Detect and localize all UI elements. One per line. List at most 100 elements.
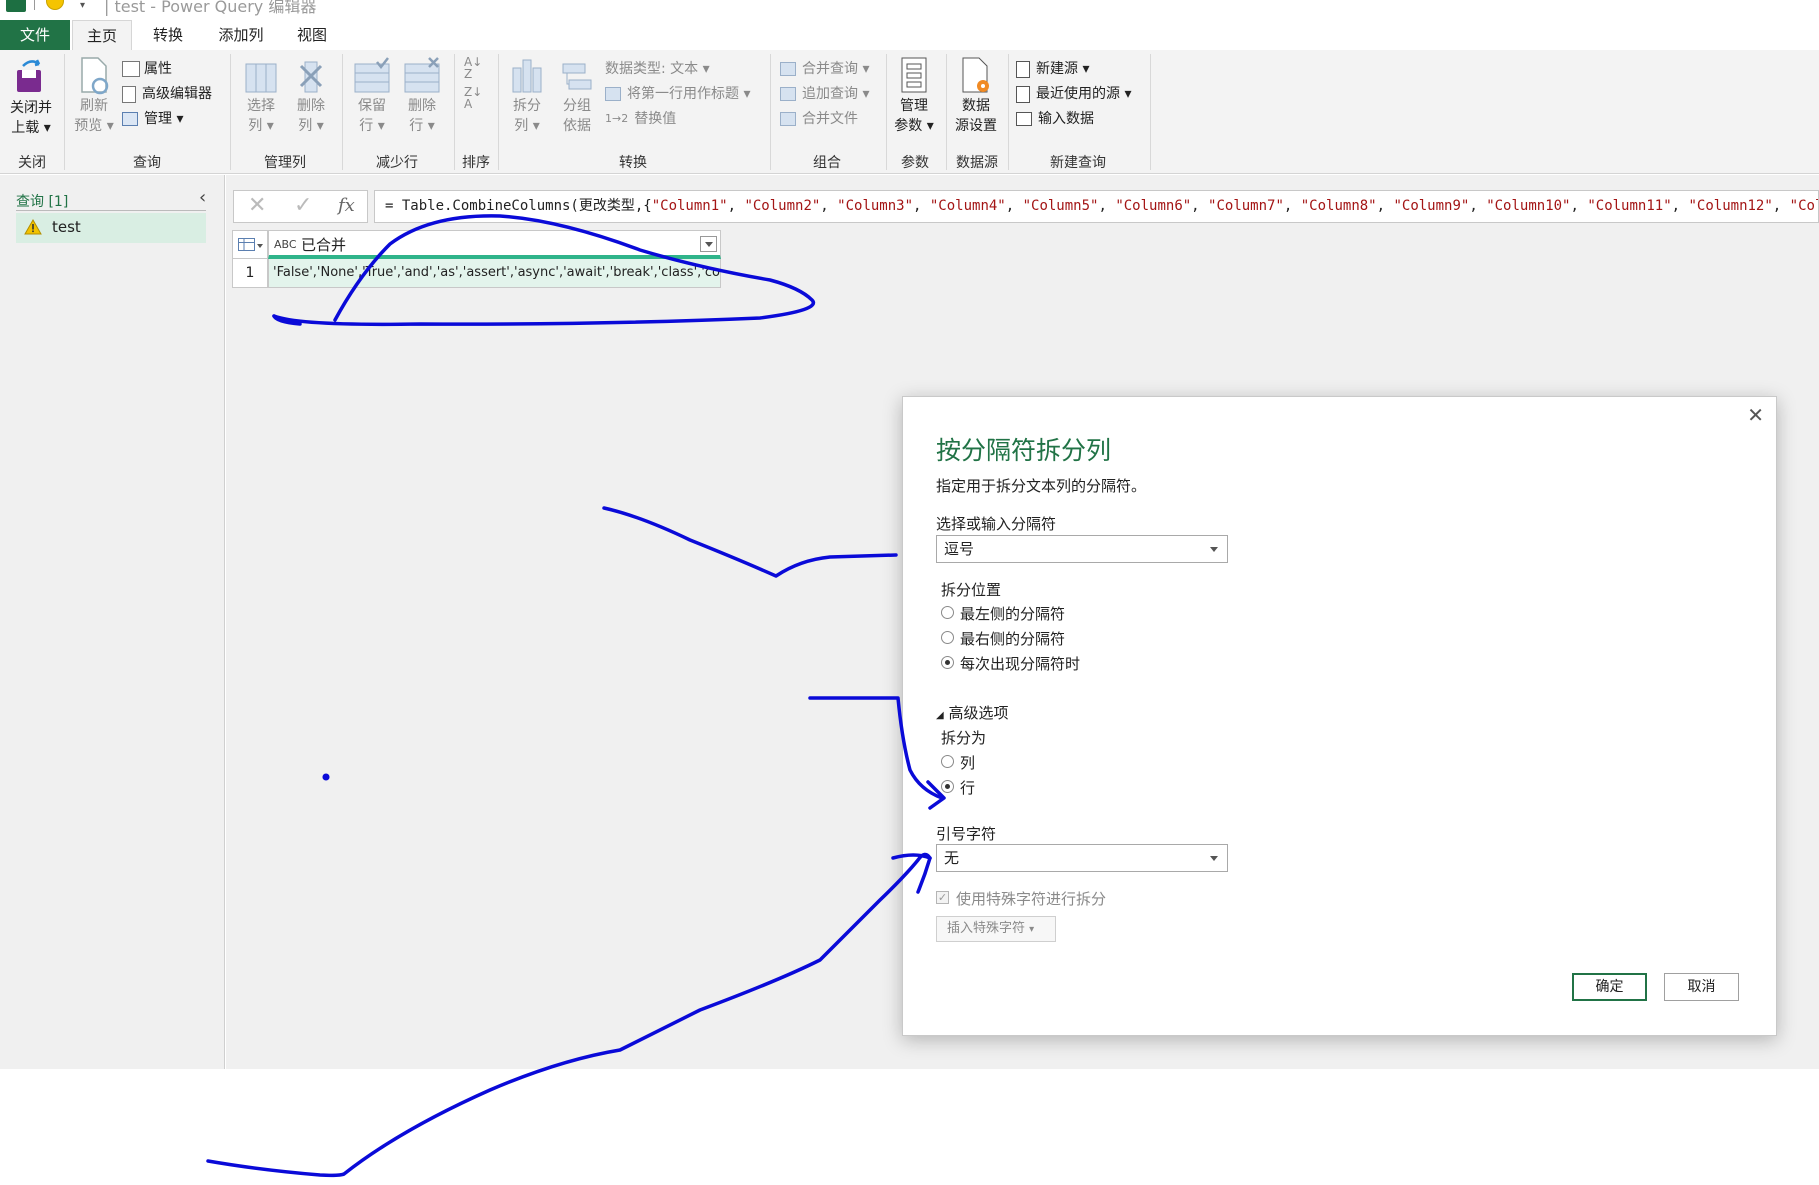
data-type-dropdown[interactable]: 数据类型: 文本 ▾ — [605, 58, 710, 80]
group-by-label-1: 分组 — [563, 98, 591, 114]
advanced-editor-icon — [122, 85, 136, 103]
choose-columns-button[interactable]: 选择 列 ▾ — [238, 56, 284, 146]
new-source-button[interactable]: 新建源 ▾ — [1016, 58, 1089, 80]
keep-rows-label-2: 行 ▾ — [359, 118, 385, 134]
collapse-pane-icon[interactable]: ‹ — [199, 187, 206, 208]
cancel-formula-icon[interactable]: ✕ — [248, 193, 266, 218]
group-separator — [946, 54, 947, 170]
radio-button[interactable] — [941, 631, 954, 644]
choose-columns-icon — [245, 63, 277, 93]
quote-char-dropdown[interactable]: 无 — [936, 844, 1228, 872]
split-column-button[interactable]: 拆分 列 ▾ — [504, 56, 550, 146]
data-source-settings-icon — [962, 57, 989, 93]
warning-icon — [24, 219, 42, 235]
manage-button[interactable]: 管理 ▾ — [122, 108, 183, 130]
column-filter-button[interactable] — [700, 236, 717, 252]
tab-home[interactable]: 主页 — [72, 20, 132, 50]
sort-buttons[interactable]: A↓ Z Z↓ A — [464, 56, 490, 110]
formula-string: "Column10" — [1486, 198, 1571, 214]
manage-parameters-button[interactable]: 管理 参数 ▾ — [890, 56, 938, 146]
properties-button[interactable]: 属性 — [122, 58, 172, 80]
group-separator — [230, 54, 231, 170]
replace-values-button[interactable]: 1→2 替换值 — [605, 108, 676, 130]
choose-columns-label-1: 选择 — [247, 98, 275, 114]
chevron-down-icon — [1210, 856, 1218, 861]
remove-columns-label-2: 列 ▾ — [298, 118, 324, 134]
recent-sources-button[interactable]: 最近使用的源 ▾ — [1016, 83, 1131, 105]
title-bar: ▾ | test - Power Query 编辑器 — [0, 0, 1819, 16]
fx-icon[interactable]: fx — [338, 195, 355, 216]
row-number: 1 — [232, 259, 268, 288]
enter-data-icon — [1016, 112, 1032, 126]
enter-data-button[interactable]: 输入数据 — [1016, 108, 1094, 130]
column-type-icon[interactable]: ABC — [274, 238, 297, 251]
close-load-label-1: 关闭并 — [10, 100, 52, 116]
data-source-settings-button[interactable]: 数据 源设置 — [950, 56, 1002, 146]
tab-transform[interactable]: 转换 — [140, 20, 196, 50]
group-by-button[interactable]: 分组 依据 — [554, 56, 600, 146]
remove-columns-icon — [299, 61, 323, 93]
remove-columns-label-1: 删除 — [297, 98, 325, 114]
checkbox-checked-icon[interactable]: ✓ — [936, 891, 949, 904]
dialog-description: 指定用于拆分文本列的分隔符。 — [936, 477, 1147, 495]
tab-view[interactable]: 视图 — [288, 20, 336, 50]
commit-formula-icon[interactable]: ✓ — [294, 193, 312, 218]
delimiter-dropdown[interactable]: 逗号 — [936, 535, 1228, 563]
formula-input[interactable]: = Table.CombineColumns(更改类型,{"Column1", … — [374, 190, 1819, 223]
close-icon[interactable]: ✕ — [1747, 403, 1764, 427]
table-menu-icon — [238, 238, 263, 251]
table-menu-button[interactable] — [232, 230, 268, 259]
window-title: | test - Power Query 编辑器 — [104, 0, 317, 16]
ok-button[interactable]: 确定 — [1572, 973, 1647, 1001]
radio-button[interactable] — [941, 755, 954, 768]
radio-button-selected[interactable] — [941, 656, 954, 669]
advanced-editor-button[interactable]: 高级编辑器 — [122, 83, 212, 105]
combine-files-button[interactable]: 合并文件 — [780, 108, 858, 130]
tab-add-column[interactable]: 添加列 — [206, 20, 276, 50]
queries-pane-header: 查询 [1] — [16, 194, 69, 210]
replace-values-icon: 1→2 — [605, 112, 629, 125]
formula-string: "Column8" — [1300, 198, 1377, 214]
formula-bar-buttons: ✕ ✓ fx — [233, 190, 368, 223]
refresh-label-2: 预览 ▾ — [74, 118, 114, 134]
remove-rows-button[interactable]: 删除 行 ▾ — [398, 56, 446, 146]
insert-special-char-button[interactable]: 插入特殊字符 ▾ — [936, 916, 1056, 942]
sort-descending-icon[interactable]: Z↓ A — [464, 86, 490, 110]
append-queries-button[interactable]: 追加查询 ▾ — [780, 83, 869, 105]
column-header-merged[interactable]: ABC 已合并 — [268, 230, 721, 259]
radio-button-selected[interactable] — [941, 780, 954, 793]
keep-rows-button[interactable]: 保留 行 ▾ — [348, 56, 396, 146]
formula-string: "Column3" — [837, 198, 914, 214]
queries-pane-divider — [16, 210, 206, 211]
keep-rows-icon — [354, 57, 390, 93]
formula-prefix: = Table.CombineColumns(更改类型,{ — [385, 198, 652, 214]
refresh-preview-button[interactable]: 刷新 预览 ▾ — [70, 56, 118, 146]
remove-rows-label-1: 删除 — [408, 98, 436, 114]
quick-access-dropdown-icon[interactable]: ▾ — [80, 0, 85, 11]
merge-queries-icon — [780, 62, 796, 76]
feedback-smile-icon[interactable] — [46, 0, 64, 10]
close-and-load-button[interactable]: 关闭并 上载 ▾ — [6, 56, 56, 146]
advanced-options-toggle[interactable]: ◢ 高级选项 — [936, 702, 1009, 723]
split-into-label: 拆分为 — [941, 729, 987, 747]
remove-columns-button[interactable]: 删除 列 ▾ — [288, 56, 334, 146]
formula-string: "Column6" — [1115, 198, 1192, 214]
group-by-label-2: 依据 — [563, 118, 591, 134]
formula-string: "Column2" — [744, 198, 821, 214]
quote-char-value: 无 — [944, 849, 960, 867]
merge-queries-button[interactable]: 合并查询 ▾ — [780, 58, 869, 80]
dialog-title: 按分隔符拆分列 — [936, 436, 1112, 465]
group-separator — [342, 54, 343, 170]
use-first-row-as-headers-button[interactable]: 将第一行用作标题 ▾ — [605, 83, 750, 105]
query-item-test[interactable]: test — [16, 213, 206, 243]
sort-ascending-icon[interactable]: A↓ Z — [464, 56, 490, 80]
remove-rows-icon — [404, 57, 440, 93]
quote-char-label: 引号字符 — [936, 825, 997, 843]
cancel-button[interactable]: 取消 — [1664, 973, 1739, 1001]
radio-button[interactable] — [941, 606, 954, 619]
table-cell[interactable]: 'False','None','True','and','as','assert… — [268, 259, 721, 288]
radio-label: 列 — [960, 754, 976, 772]
delimiter-value: 逗号 — [944, 540, 975, 558]
tab-file[interactable]: 文件 — [0, 20, 70, 50]
triangle-expanded-icon: ◢ — [936, 710, 944, 721]
